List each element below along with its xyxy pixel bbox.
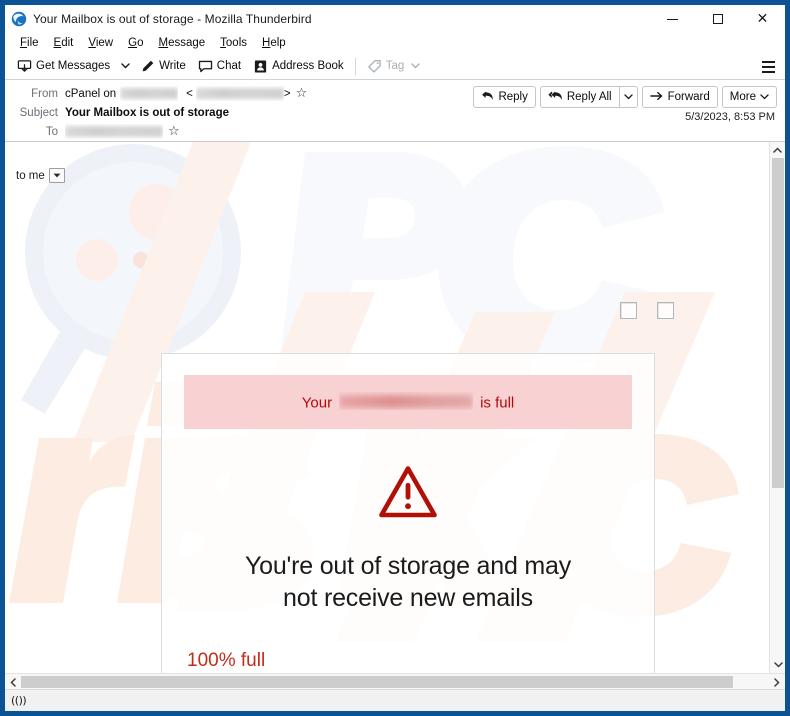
to-row: To ☆: [13, 122, 777, 141]
menu-tools[interactable]: Tools: [213, 35, 254, 51]
from-redacted-name: [120, 86, 179, 101]
menu-go[interactable]: Go: [121, 35, 150, 51]
alert-suffix: is full: [480, 394, 515, 412]
write-label: Write: [159, 60, 186, 72]
broken-image-icon: [657, 302, 674, 319]
headline: You're out of storage and may not receiv…: [184, 550, 632, 614]
app-menu-button[interactable]: [757, 56, 779, 77]
mail-body: to me Your is full You're out of storage…: [5, 142, 769, 673]
subject-label: Subject: [19, 106, 58, 119]
more-chevron-icon: [760, 91, 769, 103]
reply-all-arrow-icon: [548, 90, 563, 105]
alert-prefix: Your: [301, 394, 333, 412]
to-star-icon[interactable]: ☆: [168, 125, 180, 138]
reply-button[interactable]: Reply: [473, 86, 536, 108]
alert-redacted-mailbox: [339, 392, 474, 410]
scroll-left-arrow-icon[interactable]: [5, 674, 21, 690]
main-toolbar: Get Messages Write Chat Address Book Tag: [5, 53, 785, 80]
tag-button[interactable]: Tag: [361, 55, 427, 78]
to-redacted-address: [65, 124, 163, 139]
from-redacted-address: [195, 86, 284, 101]
from-bracket-close: >: [283, 87, 291, 100]
storage-alert-banner: Your is full: [184, 375, 632, 429]
vertical-scrollbar-thumb[interactable]: [772, 158, 784, 488]
tag-label: Tag: [385, 60, 405, 72]
menu-message[interactable]: Message: [151, 35, 212, 51]
title-bar: Your Mailbox is out of storage - Mozilla…: [5, 5, 785, 33]
more-button[interactable]: More: [721, 86, 777, 108]
address-book-button[interactable]: Address Book: [247, 55, 350, 78]
tag-icon: [367, 59, 382, 74]
chat-label: Chat: [216, 60, 242, 72]
email-content-card: Your is full You're out of storage and m…: [161, 353, 655, 673]
warning-triangle-icon: [184, 464, 632, 520]
from-value[interactable]: cPanel on < > ☆: [65, 86, 307, 101]
menu-view[interactable]: View: [81, 35, 120, 51]
connection-status-icon: (()): [11, 694, 27, 707]
from-label: From: [31, 87, 58, 100]
tag-caret-icon: [411, 63, 420, 69]
recipient-summary-label: to me: [16, 169, 45, 182]
storage-percent-label: 100% full: [187, 649, 266, 671]
reply-all-dropdown[interactable]: [618, 86, 638, 108]
forward-label: Forward: [667, 91, 710, 103]
window-controls: ✕: [650, 5, 785, 33]
get-messages-label: Get Messages: [36, 60, 111, 72]
minimize-button[interactable]: [650, 5, 695, 33]
address-book-icon: [253, 59, 268, 74]
vertical-scrollbar[interactable]: [769, 142, 785, 673]
message-actions: Reply Reply All Forward More: [469, 86, 777, 108]
menu-help[interactable]: Help: [255, 35, 293, 51]
broken-image-icon: [620, 302, 637, 319]
forward-arrow-icon: [649, 90, 664, 105]
reply-all-label: Reply All: [566, 91, 612, 103]
message-pane: to me Your is full You're out of storage…: [5, 142, 785, 689]
get-messages-button[interactable]: Get Messages: [11, 55, 116, 78]
headline-line-2: not receive new emails: [283, 583, 533, 612]
menu-edit[interactable]: Edit: [47, 35, 81, 51]
reply-all-button[interactable]: Reply All: [539, 86, 619, 108]
get-messages-dropdown[interactable]: [116, 55, 134, 78]
to-value[interactable]: ☆: [65, 124, 180, 139]
close-button[interactable]: ✕: [740, 5, 785, 33]
broken-image-group: [620, 302, 674, 319]
to-label: To: [45, 125, 58, 138]
reply-label: Reply: [498, 91, 528, 103]
menu-bar: File Edit View Go Message Tools Help: [5, 33, 785, 53]
from-sender-name: cPanel on: [65, 87, 117, 100]
scroll-down-arrow-icon[interactable]: [770, 657, 785, 673]
get-messages-icon: [17, 59, 32, 74]
window-title: Your Mailbox is out of storage - Mozilla…: [33, 12, 312, 26]
message-header: From cPanel on < > ☆ Subject Your Mailbo…: [5, 80, 785, 142]
write-button[interactable]: Write: [134, 55, 192, 78]
thunderbird-window: Your Mailbox is out of storage - Mozilla…: [0, 0, 790, 716]
scroll-up-arrow-icon[interactable]: [770, 142, 786, 158]
headline-line-1: You're out of storage and may: [244, 551, 572, 580]
chevron-down-icon: [623, 91, 633, 103]
horizontal-scrollbar-thumb[interactable]: [21, 676, 733, 688]
recipient-summary[interactable]: to me: [16, 168, 65, 183]
toolbar-separator: [354, 57, 356, 75]
thunderbird-icon: [11, 11, 27, 27]
scroll-right-arrow-icon[interactable]: [769, 674, 785, 690]
chat-bubble-icon: [198, 59, 213, 74]
recipient-dropdown-caret-icon[interactable]: [48, 168, 65, 183]
from-bracket-open: <: [186, 87, 193, 100]
forward-button[interactable]: Forward: [641, 86, 718, 108]
horizontal-scrollbar[interactable]: [5, 673, 785, 689]
from-star-icon[interactable]: ☆: [296, 87, 308, 100]
status-bar: (()): [5, 689, 785, 711]
more-label: More: [729, 91, 756, 103]
maximize-button[interactable]: [695, 5, 740, 33]
chat-button[interactable]: Chat: [192, 55, 247, 78]
menu-file[interactable]: File: [13, 35, 46, 51]
address-book-label: Address Book: [272, 60, 344, 72]
pencil-icon: [140, 59, 155, 74]
reply-arrow-icon: [481, 90, 494, 105]
subject-value: Your Mailbox is out of storage: [65, 106, 229, 119]
message-date: 5/3/2023, 8:53 PM: [685, 111, 775, 123]
